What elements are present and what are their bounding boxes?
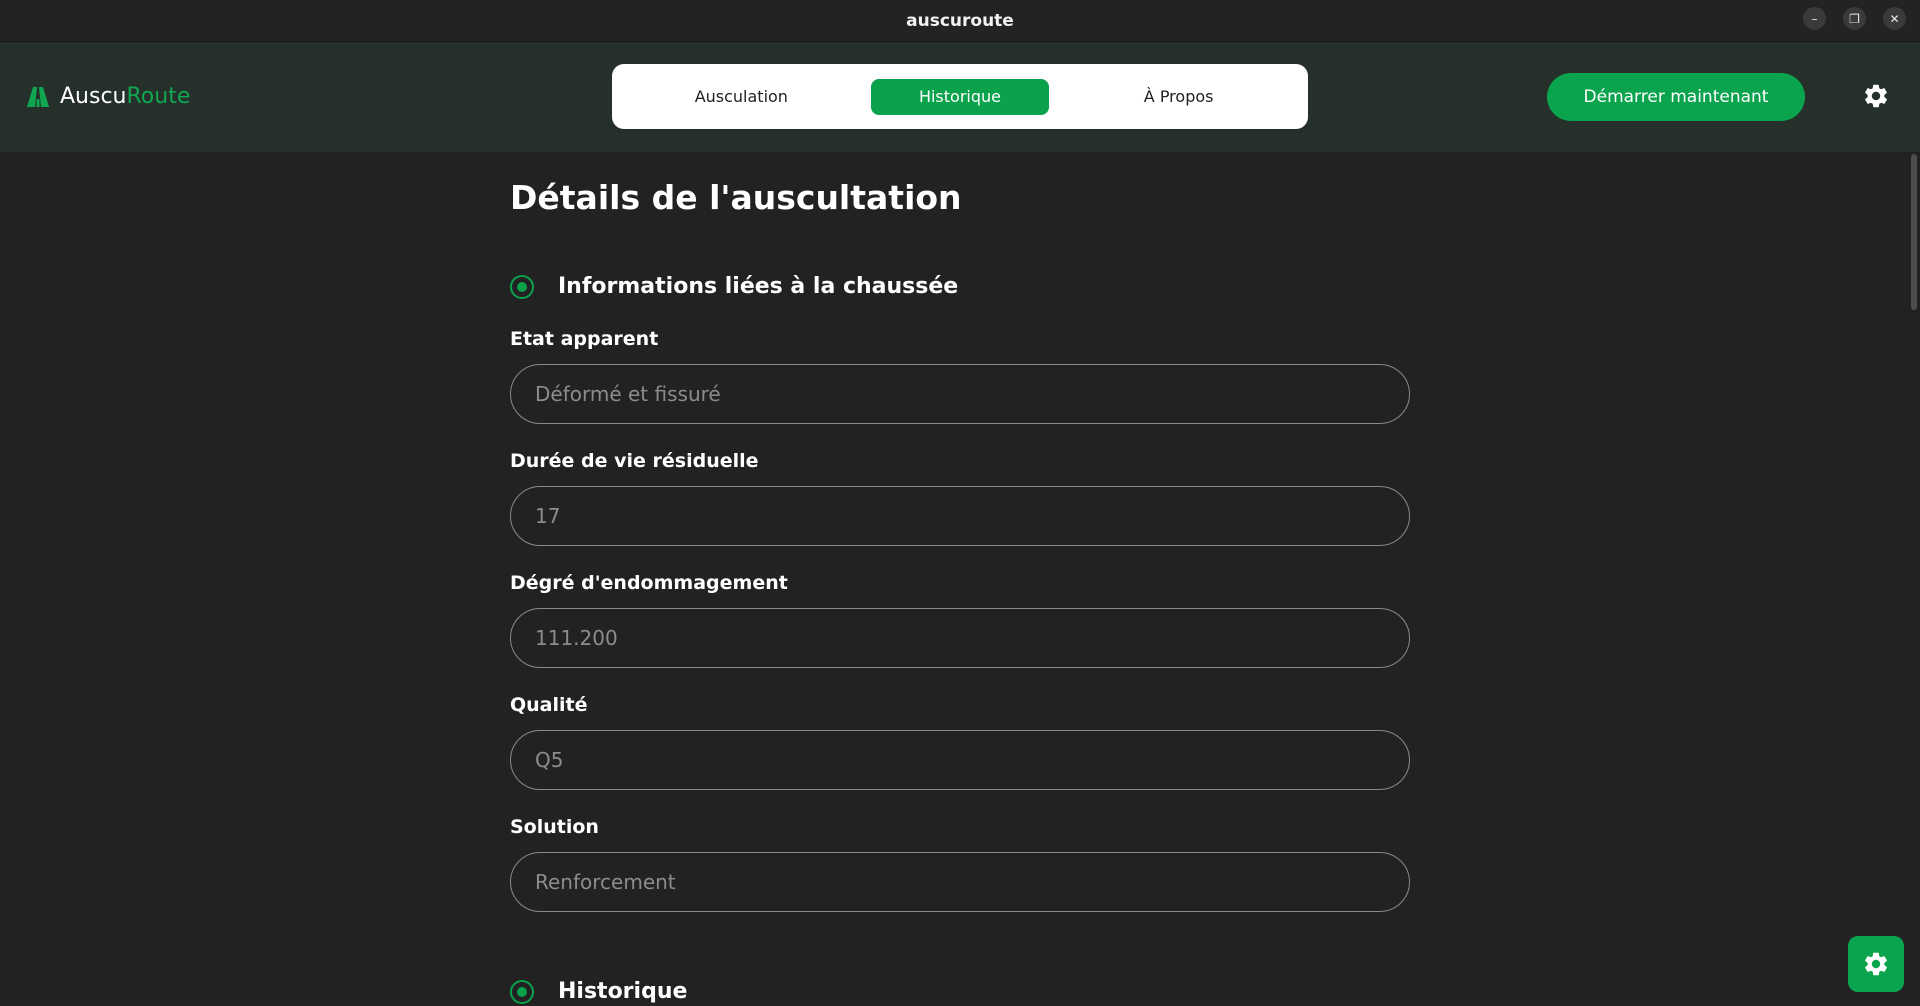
section-title: Historique [558,979,688,1004]
label-etat-apparent: Etat apparent [510,328,659,350]
section-radio[interactable] [510,274,534,299]
app-header: AuscuRoute Ausculation Historique À Prop… [0,42,1920,152]
restore-button[interactable]: ❐ [1843,7,1866,30]
start-now-button[interactable]: Démarrer maintenant [1547,73,1805,121]
label-solution: Solution [510,816,599,838]
gear-icon [1865,952,1887,976]
label-degre-endommagement: Dégré d'endommagement [510,572,788,594]
main-nav: Ausculation Historique À Propos [612,64,1308,129]
gear-icon[interactable] [1862,82,1890,110]
qualite-field[interactable] [510,730,1410,790]
section-radio[interactable] [510,979,534,1004]
scrollbar-thumb[interactable] [1911,154,1917,310]
scrollbar[interactable] [1908,152,1920,1006]
section-title: Informations liées à la chaussée [558,274,959,299]
minimize-button[interactable]: – [1803,7,1826,30]
tab-historique[interactable]: Historique [870,78,1049,115]
close-button[interactable]: ✕ [1883,7,1906,30]
solution-field[interactable] [510,852,1410,912]
brand[interactable]: AuscuRoute [26,84,190,109]
section-road-info: Informations liées à la chaussée [510,274,958,299]
brand-name: AuscuRoute [60,84,191,109]
section-historique: Historique [510,979,687,1004]
label-duree-vie: Durée de vie résiduelle [510,450,759,472]
road-icon [27,86,49,107]
label-qualite: Qualité [510,694,588,716]
tab-a-propos[interactable]: À Propos [1090,79,1268,115]
floating-settings-button[interactable] [1848,936,1904,992]
duree-vie-field[interactable] [510,486,1410,546]
tab-ausculation[interactable]: Ausculation [652,79,830,115]
window-title: auscuroute [906,10,1014,31]
degre-endommagement-field[interactable] [510,608,1410,668]
etat-apparent-field[interactable] [510,364,1410,424]
window-titlebar: auscuroute – ❐ ✕ [0,0,1920,42]
window-controls: – ❐ ✕ [1803,7,1906,30]
page-title: Détails de l'auscultation [510,178,962,217]
